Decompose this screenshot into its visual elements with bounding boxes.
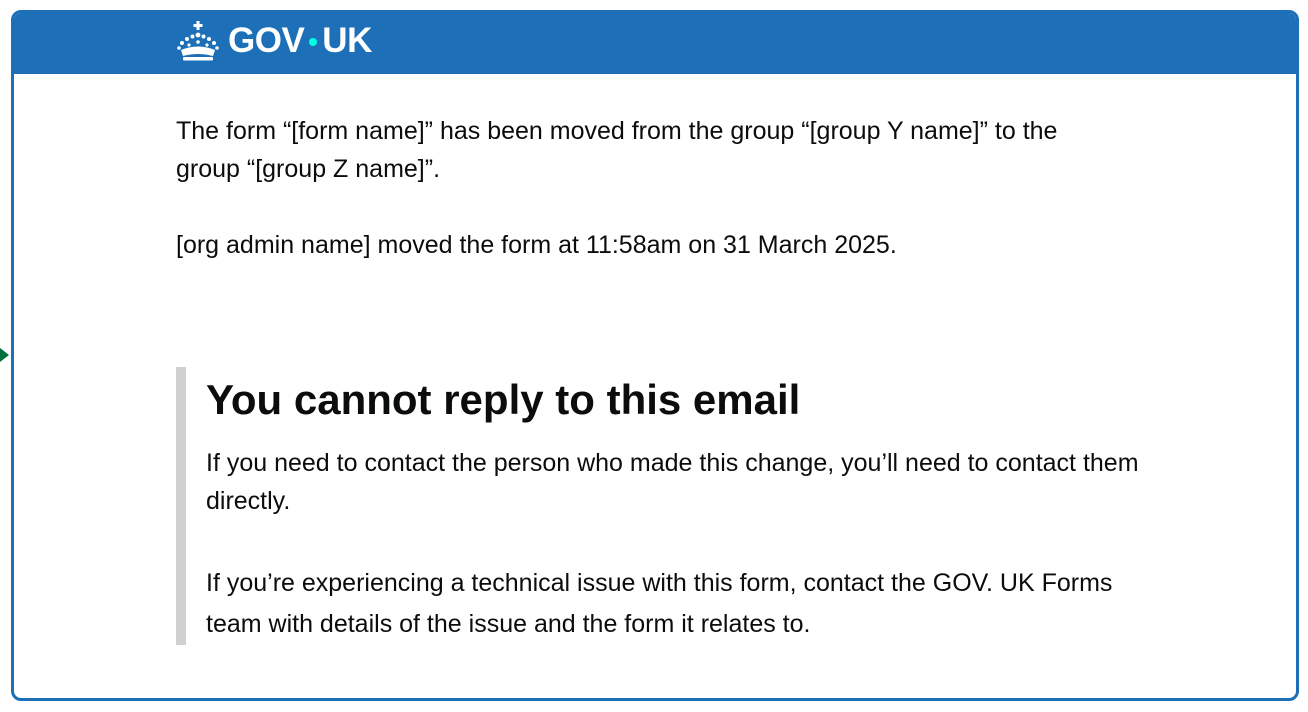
logo-text-gov: GOV — [228, 21, 305, 60]
govuk-logo-text: GOV UK — [228, 21, 372, 61]
logo-text-uk: UK — [322, 21, 372, 60]
form-moved-message: The form “[form name]” has been moved fr… — [176, 117, 1058, 183]
inset-paragraph-technical: If you’re experiencing a technical issue… — [206, 569, 1113, 638]
govuk-header: GOV UK — [14, 13, 1296, 74]
moved-by-message: [org admin name] moved the form at 11:58… — [176, 231, 897, 259]
logo-dot — [309, 38, 318, 46]
inset-paragraph-contact: If you need to contact the person who ma… — [206, 449, 1139, 515]
crown-icon — [177, 21, 219, 61]
triangle-right-icon — [0, 348, 9, 362]
email-preview-frame: GOV UK The form “[form name]” has been m… — [11, 10, 1299, 701]
govuk-logo-link[interactable]: GOV UK — [176, 19, 372, 63]
inset-heading: You cannot reply to this email — [206, 376, 801, 423]
no-reply-inset: You cannot reply to this email If you ne… — [176, 367, 1166, 645]
